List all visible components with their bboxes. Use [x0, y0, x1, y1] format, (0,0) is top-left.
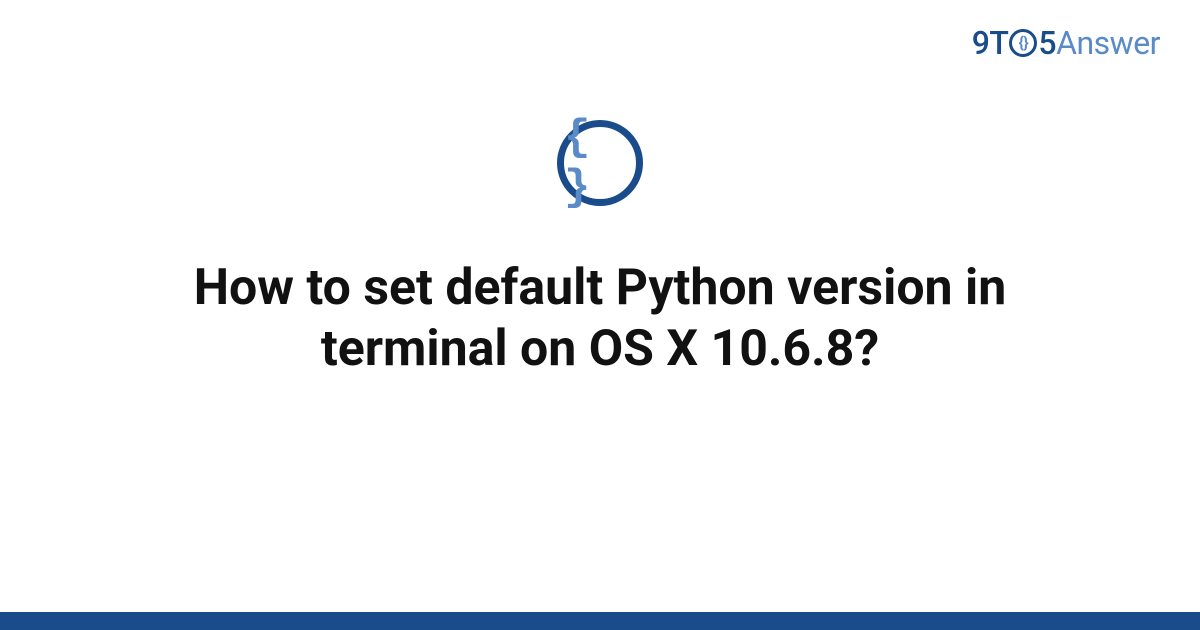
code-braces-icon: { }: [557, 120, 643, 206]
footer-accent-bar: [0, 612, 1200, 630]
main-content: { } How to set default Python version in…: [0, 120, 1200, 380]
logo-o-badge: {}: [1009, 29, 1037, 57]
site-logo: 9T{}5Answer: [972, 24, 1160, 62]
page-title: How to set default Python version in ter…: [90, 258, 1110, 380]
logo-text-9t: 9T: [972, 24, 1009, 62]
logo-text-5: 5: [1038, 24, 1056, 62]
logo-text-answer: Answer: [1056, 24, 1160, 62]
